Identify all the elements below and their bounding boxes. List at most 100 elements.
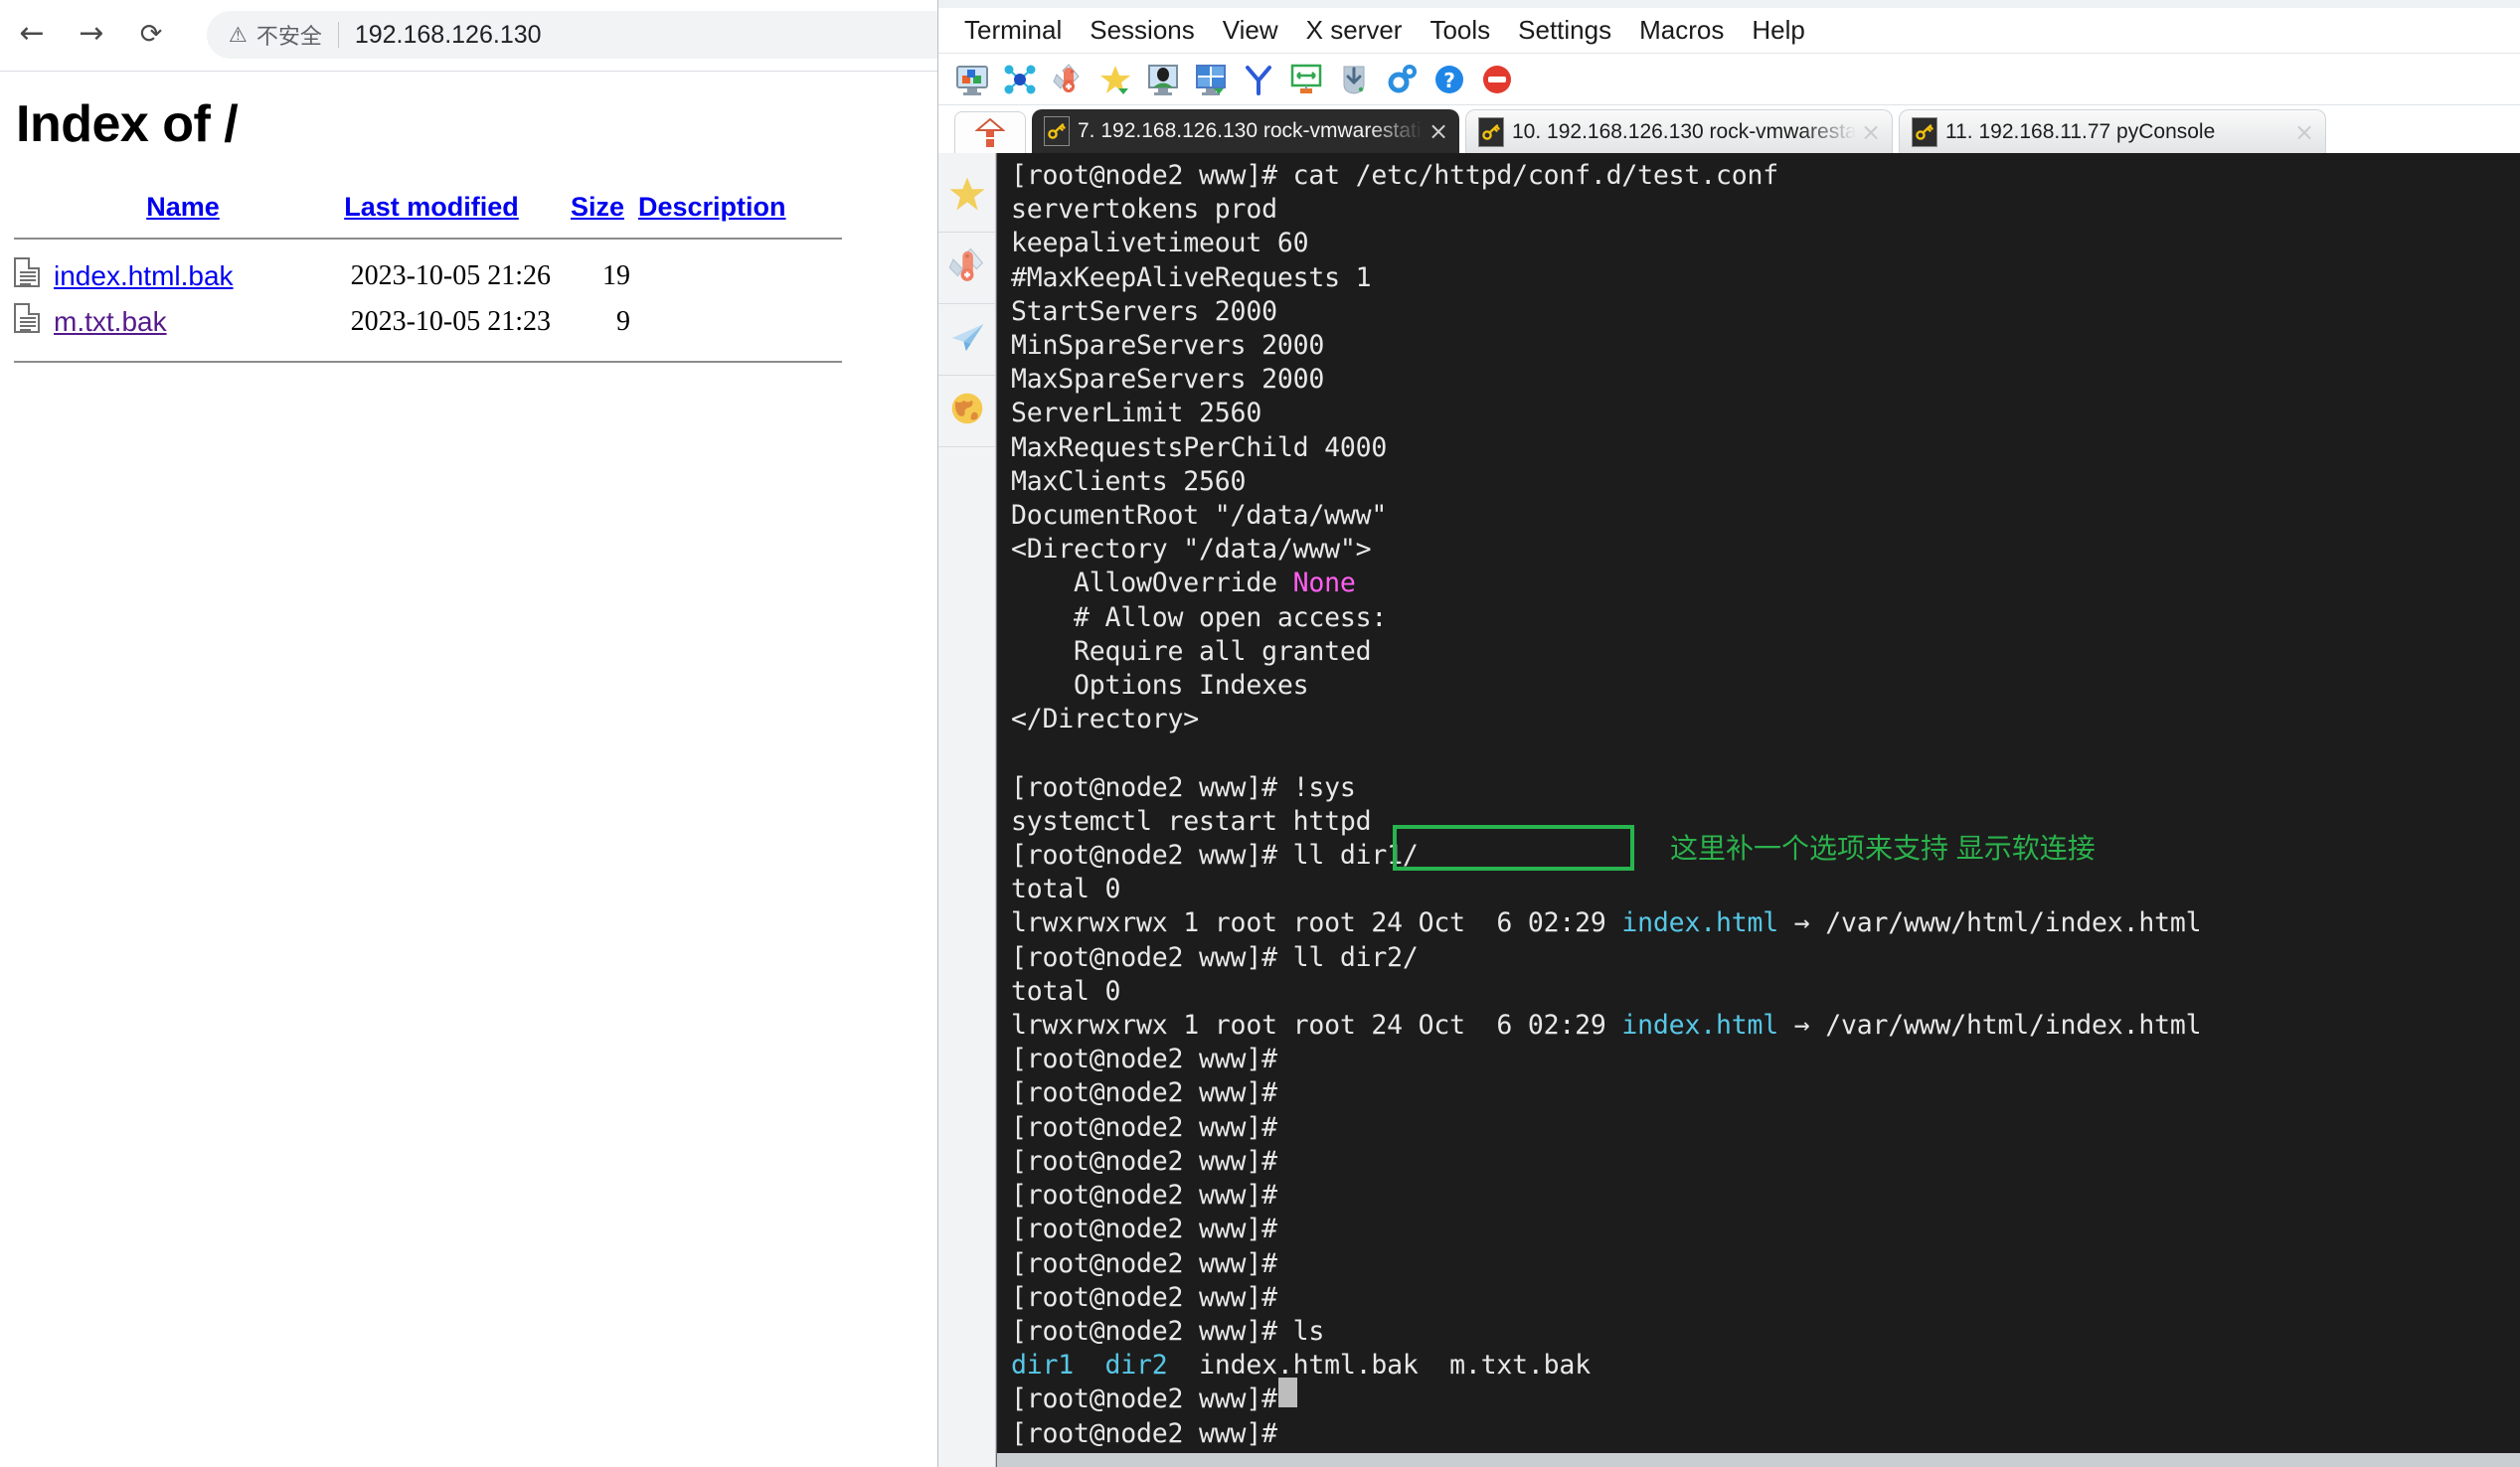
row-size-cell: 9 xyxy=(616,306,630,337)
menu-bar: Terminal Sessions View X server Tools Se… xyxy=(938,8,2520,54)
terminal-line: [root@node2 www]# !sys xyxy=(1011,771,1356,803)
tunneling-icon[interactable] xyxy=(1334,60,1374,99)
security-chip[interactable]: ⚠ 不安全 xyxy=(229,19,322,51)
menu-xserver[interactable]: X server xyxy=(1292,15,1417,46)
row-description-cell xyxy=(630,253,859,299)
tab-session-7[interactable]: 7. 192.168.126.130 rock-vmwarestati × xyxy=(1032,109,1459,153)
terminal-line: [root@node2 www]# cat /etc/httpd/conf.d/… xyxy=(1011,160,1778,191)
terminal-line: servertokens prod xyxy=(1011,194,1277,226)
terminal-line: ServerLimit 2560 xyxy=(1011,398,1262,429)
terminal-line: [root@node2 www]# xyxy=(1011,1077,1293,1109)
menu-terminal[interactable]: Terminal xyxy=(950,15,1076,46)
back-arrow-icon[interactable]: ← xyxy=(8,10,56,58)
row-size-cell: 19 xyxy=(602,260,630,291)
table-row[interactable]: m.txt.bak 2023-10-05 21:23 9 xyxy=(14,299,859,345)
security-label: 不安全 xyxy=(255,24,322,49)
row-modified-cell: 2023-10-05 21:26 xyxy=(350,260,551,291)
menu-view[interactable]: View xyxy=(1209,15,1292,46)
swiss-knife-icon xyxy=(947,245,987,290)
star-favorites-icon[interactable] xyxy=(1095,60,1135,99)
tools-knife-icon[interactable] xyxy=(1048,60,1088,99)
col-header-size: Size xyxy=(551,192,630,236)
table-row[interactable]: index.html.bak 2023-10-05 21:26 19 xyxy=(14,253,859,299)
browser-window: ← → ⟳ ⚠ 不安全 192.168.126.130 Index of / N… xyxy=(0,0,1479,1467)
globe-icon xyxy=(947,389,987,433)
view-grid-icon[interactable] xyxy=(1191,60,1231,99)
annotation-text: 这里补一个选项来支持 显示软连接 xyxy=(1670,833,2096,864)
window-top-strip xyxy=(938,0,2520,8)
sidebar-item-tools[interactable] xyxy=(938,233,995,304)
table-header-row: Name Last modified Size Description xyxy=(14,192,859,236)
sidebar-item-favorites[interactable] xyxy=(938,161,995,233)
close-icon[interactable]: × xyxy=(1424,117,1453,145)
terminal-line: MinSpareServers 2000 xyxy=(1011,330,1325,362)
forward-arrow-icon[interactable]: → xyxy=(68,10,115,58)
sort-by-name-link[interactable]: Name xyxy=(146,192,220,222)
split-branch-icon[interactable] xyxy=(1239,60,1278,99)
menu-help[interactable]: Help xyxy=(1738,15,1818,46)
menu-macros[interactable]: Macros xyxy=(1625,15,1738,46)
tab-strip: 7. 192.168.126.130 rock-vmwarestati × 10… xyxy=(938,105,2520,153)
reload-icon[interactable]: ⟳ xyxy=(127,10,175,58)
multiexec-icon[interactable] xyxy=(1286,60,1326,99)
session-monitor-icon[interactable] xyxy=(952,60,992,99)
page-title: Index of / xyxy=(16,95,239,153)
directory-table: Name Last modified Size Description inde… xyxy=(14,192,859,345)
terminal-line: [root@node2 www]# xyxy=(1011,1247,1293,1279)
sort-by-modified-link[interactable]: Last modified xyxy=(344,192,519,222)
mobaxterm-window: Terminal Sessions View X server Tools Se… xyxy=(937,0,2520,1467)
sidebar-item-sessions[interactable] xyxy=(938,304,995,376)
terminal-line: [root@node2 www]# xyxy=(1011,1417,1293,1449)
sidebar-item-macros[interactable] xyxy=(938,376,995,447)
terminal-line: keepalivetimeout 60 xyxy=(1011,228,1309,259)
servers-network-icon[interactable] xyxy=(1000,60,1040,99)
row-description-cell xyxy=(630,299,859,345)
terminal-line: [root@node2 www]# xyxy=(1011,1180,1293,1212)
terminal-output[interactable]: [root@node2 www]# cat /etc/httpd/conf.d/… xyxy=(996,153,2520,1467)
browser-chrome: ← → ⟳ ⚠ 不安全 192.168.126.130 xyxy=(0,0,1479,72)
close-icon[interactable]: × xyxy=(1856,118,1886,146)
terminal-line: <Directory "/data/www"> xyxy=(1011,534,1372,566)
col-header-modified: Last modified xyxy=(312,192,551,236)
tab-session-11[interactable]: 11. 192.168.11.77 pyConsole × xyxy=(1899,109,2326,153)
header-divider-row xyxy=(14,236,859,253)
ssh-key-icon xyxy=(1044,116,1070,146)
col-header-icon xyxy=(14,192,54,236)
svg-text:?: ? xyxy=(1443,69,1455,92)
tab-label: 11. 192.168.11.77 pyConsole xyxy=(1945,119,2216,143)
terminal-line: # Allow open access: xyxy=(1011,601,1388,633)
tab-label: 10. 192.168.126.130 rock-vmwarestati xyxy=(1512,119,1856,143)
ssh-key-icon xyxy=(1478,116,1504,147)
terminal-line: [root@node2 www]# xyxy=(1011,1384,1293,1415)
user-session-icon[interactable] xyxy=(1143,60,1183,99)
ssh-key-icon xyxy=(1912,116,1937,147)
terminal-cursor xyxy=(1278,1378,1297,1407)
home-tab[interactable] xyxy=(954,111,1026,153)
sort-by-size-link[interactable]: Size xyxy=(571,192,624,222)
menu-sessions[interactable]: Sessions xyxy=(1076,15,1209,46)
help-question-icon[interactable]: ? xyxy=(1429,60,1469,99)
sort-by-description-link[interactable]: Description xyxy=(638,192,786,222)
text-file-icon xyxy=(14,303,40,333)
exit-minus-icon[interactable] xyxy=(1477,60,1517,99)
url-text[interactable]: 192.168.126.130 xyxy=(355,21,542,50)
file-link[interactable]: m.txt.bak xyxy=(54,306,167,337)
omnibox-divider xyxy=(337,22,339,48)
menu-tools[interactable]: Tools xyxy=(1416,15,1504,46)
header-divider xyxy=(14,238,842,240)
footer-divider xyxy=(14,361,842,363)
left-sidebar xyxy=(938,153,996,1467)
row-name-cell: m.txt.bak xyxy=(54,299,312,345)
terminal-line: Options Indexes xyxy=(1011,670,1309,702)
close-icon[interactable]: × xyxy=(2289,118,2319,146)
menu-settings[interactable]: Settings xyxy=(1504,15,1625,46)
tab-session-10[interactable]: 10. 192.168.126.130 rock-vmwarestati × xyxy=(1465,109,1893,153)
file-link[interactable]: index.html.bak xyxy=(54,260,234,291)
packages-gear-icon[interactable] xyxy=(1382,60,1422,99)
tab-label: 7. 192.168.126.130 rock-vmwarestati xyxy=(1078,119,1422,142)
terminal-area: [root@node2 www]# cat /etc/httpd/conf.d/… xyxy=(938,153,2520,1467)
star-icon xyxy=(947,174,987,219)
toolbar: ? xyxy=(938,54,2520,105)
terminal-line: MaxClients 2560 xyxy=(1011,465,1247,497)
col-header-description: Description xyxy=(630,192,859,236)
